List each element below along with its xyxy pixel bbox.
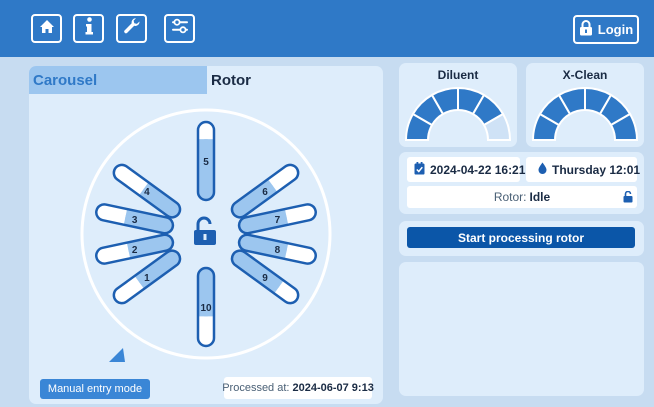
- rotor-status: Rotor: Idle: [407, 186, 637, 208]
- rotor-position-label: 6: [262, 187, 268, 198]
- diluent-gauge-panel: Diluent: [399, 63, 517, 147]
- login-button[interactable]: Login: [573, 15, 639, 44]
- xclean-gauge: [531, 86, 639, 141]
- home-button[interactable]: [31, 14, 62, 43]
- manual-entry-button[interactable]: Manual entry mode: [40, 379, 150, 399]
- rotor-position-label: 5: [203, 157, 209, 168]
- wrench-icon: [123, 17, 141, 40]
- rotor-position-label: 1: [144, 273, 150, 284]
- rotor-position-label: 8: [275, 245, 281, 256]
- rotor-status-label: Rotor:: [493, 190, 527, 204]
- diluent-gauge: [404, 86, 512, 141]
- rotor-position-label: 7: [275, 215, 281, 226]
- droplet-icon: [538, 162, 547, 177]
- xclean-gauge-panel: X-Clean: [526, 63, 644, 147]
- tab-rotor[interactable]: Rotor: [207, 66, 383, 94]
- date-display: 2024-04-22 16:21: [407, 157, 525, 182]
- rotor-lock-icon[interactable]: [194, 216, 216, 245]
- info-button[interactable]: [73, 14, 104, 43]
- rotor-diagram: 1 2 3 4 5 6 7 8 9 10: [80, 108, 332, 362]
- processed-at: Processed at: 2024-06-07 9:13: [222, 377, 374, 399]
- info-icon: [84, 17, 94, 40]
- calendar-check-icon: [414, 161, 425, 178]
- gauge-title-xclean: X-Clean: [562, 68, 608, 82]
- tab-carousel[interactable]: Carousel: [29, 66, 207, 94]
- rotor-position-label: 3: [132, 215, 138, 226]
- start-processing-button[interactable]: Start processing rotor: [407, 227, 635, 248]
- sliders-icon: [171, 18, 189, 39]
- settings-button[interactable]: [164, 14, 195, 43]
- processed-label: Processed at:: [222, 382, 290, 394]
- login-label: Login: [597, 22, 634, 37]
- rotor-status-value: Idle: [529, 190, 551, 204]
- day-time-display: Thursday 12:01: [526, 157, 641, 182]
- status-unlock-icon: [623, 190, 633, 208]
- lock-icon: [579, 20, 593, 39]
- processed-value: 2024-06-07 9:13: [292, 382, 374, 394]
- home-icon: [39, 19, 55, 39]
- rotor-position-label: 4: [144, 187, 150, 198]
- date-value: 2024-04-22 16:21: [430, 162, 526, 177]
- gauge-title-diluent: Diluent: [437, 68, 479, 82]
- day-time-value: Thursday 12:01: [552, 162, 641, 177]
- top-bar: Login: [0, 0, 654, 57]
- rotor-position-label: 9: [262, 273, 268, 284]
- rotor-position-label: 10: [200, 303, 212, 314]
- tools-button[interactable]: [116, 14, 147, 43]
- position-marker-icon: [109, 348, 125, 362]
- log-panel: [399, 262, 644, 396]
- rotor-position-label: 2: [132, 245, 138, 256]
